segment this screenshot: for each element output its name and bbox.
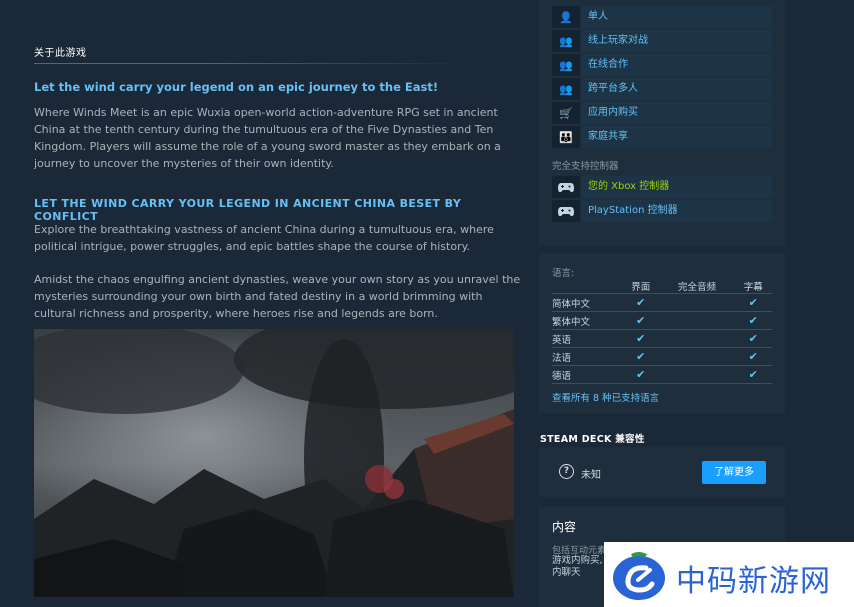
feature-single-player[interactable]: 👤 单人	[552, 6, 772, 28]
xbox-gamepad-icon	[552, 176, 580, 198]
playstation-gamepad-icon	[552, 200, 580, 222]
about-title: 关于此游戏	[34, 44, 466, 64]
feature-label: 您的 Xbox 控制器	[582, 176, 772, 198]
content-text: 游戏内购买, 内聊天	[552, 555, 603, 578]
controller-xbox[interactable]: 您的 Xbox 控制器	[552, 176, 772, 198]
description-paragraph-3: Amidst the chaos engulfing ancient dynas…	[34, 273, 521, 320]
watermark-logo-icon	[610, 550, 668, 606]
controller-support-title: 完全支持控制器	[552, 161, 619, 172]
content-title: 内容	[552, 520, 577, 534]
feature-in-app-purchase[interactable]: 🛒 应用内购买	[552, 102, 772, 124]
feature-label: PlayStation 控制器	[582, 200, 772, 222]
feature-cross-platform[interactable]: 👥 跨平台多人	[552, 78, 772, 100]
table-row: 繁体中文 ✔ ✔	[552, 311, 772, 330]
audio-cell	[659, 293, 735, 312]
table-row: 简体中文 ✔ ✔	[552, 293, 772, 312]
check-icon: ✔	[734, 365, 772, 384]
family-sharing-icon: 👪	[552, 126, 580, 148]
feature-label: 应用内购买	[582, 102, 772, 124]
table-row: 法语 ✔ ✔	[552, 347, 772, 366]
languages-table: 界面 完全音频 字幕 简体中文 ✔ ✔ 繁体中文 ✔ ✔ 英语 ✔ ✔ 法语 ✔…	[552, 279, 772, 384]
audio-cell	[659, 347, 735, 366]
header-language	[552, 279, 622, 294]
screenshot-scene	[34, 329, 514, 597]
cart-icon: 🛒	[552, 102, 580, 124]
feature-online-pvp[interactable]: 👥 线上玩家对战	[552, 30, 772, 52]
online-coop-icon: 👥	[552, 54, 580, 76]
steam-deck-panel: ? 未知 了解更多	[539, 447, 785, 497]
language-name: 德语	[552, 365, 622, 384]
description-heading-1: Let the wind carry your legend on an epi…	[34, 80, 439, 94]
header-interface: 界面	[631, 282, 651, 293]
online-pvp-icon: 👥	[552, 30, 580, 52]
audio-cell	[659, 329, 735, 348]
check-icon: ✔	[622, 311, 660, 330]
check-icon: ✔	[622, 293, 660, 312]
audio-cell	[659, 311, 735, 330]
check-icon: ✔	[734, 347, 772, 366]
check-icon: ✔	[734, 311, 772, 330]
feature-label: 单人	[582, 6, 772, 28]
see-all-languages-link[interactable]: 查看所有 8 种已支持语言	[552, 390, 659, 404]
steam-deck-title: STEAM DECK 兼容性	[540, 434, 645, 445]
description-paragraph-1: Where Winds Meet is an epic Wuxia open-w…	[34, 106, 501, 170]
languages-panel: 语言: 界面 完全音频 字幕 简体中文 ✔ ✔ 繁体中文 ✔ ✔ 英语 ✔ ✔ …	[539, 253, 785, 413]
table-row: 英语 ✔ ✔	[552, 329, 772, 348]
check-icon: ✔	[622, 329, 660, 348]
language-name: 英语	[552, 329, 622, 348]
cross-platform-icon: 👥	[552, 78, 580, 100]
table-row: 德语 ✔ ✔	[552, 365, 772, 384]
question-icon: ?	[559, 464, 574, 479]
feature-label: 线上玩家对战	[582, 30, 772, 52]
features-panel: 👤 单人 👥 线上玩家对战 👥 在线合作 👥 跨平台多人 🛒 应用内购买 👪 家…	[539, 0, 785, 246]
header-full-audio: 完全音频	[677, 282, 716, 293]
language-name: 简体中文	[552, 293, 622, 312]
feature-label: 跨平台多人	[582, 78, 772, 100]
feature-family-sharing[interactable]: 👪 家庭共享	[552, 126, 772, 148]
game-screenshot[interactable]	[34, 329, 514, 597]
deck-status-text: 未知	[581, 470, 601, 481]
controller-playstation[interactable]: PlayStation 控制器	[552, 200, 772, 222]
check-icon: ✔	[622, 347, 660, 366]
check-icon: ✔	[734, 293, 772, 312]
feature-label: 家庭共享	[582, 126, 772, 148]
header-subtitles: 字幕	[743, 282, 763, 293]
feature-label: 在线合作	[582, 54, 772, 76]
audio-cell	[659, 365, 735, 384]
learn-more-button[interactable]: 了解更多	[702, 461, 766, 484]
language-name: 繁体中文	[552, 311, 622, 330]
watermark-text: 中码新游网	[676, 564, 831, 599]
description-heading-2: LET THE WIND CARRY YOUR LEGEND IN ANCIEN…	[34, 197, 462, 223]
watermark: 中码新游网	[604, 542, 854, 607]
description-paragraph-2: Explore the breathtaking vastness of anc…	[34, 223, 494, 253]
languages-label: 语言:	[552, 268, 575, 279]
check-icon: ✔	[734, 329, 772, 348]
check-icon: ✔	[622, 365, 660, 384]
single-player-icon: 👤	[552, 6, 580, 28]
feature-online-coop[interactable]: 👥 在线合作	[552, 54, 772, 76]
language-name: 法语	[552, 347, 622, 366]
